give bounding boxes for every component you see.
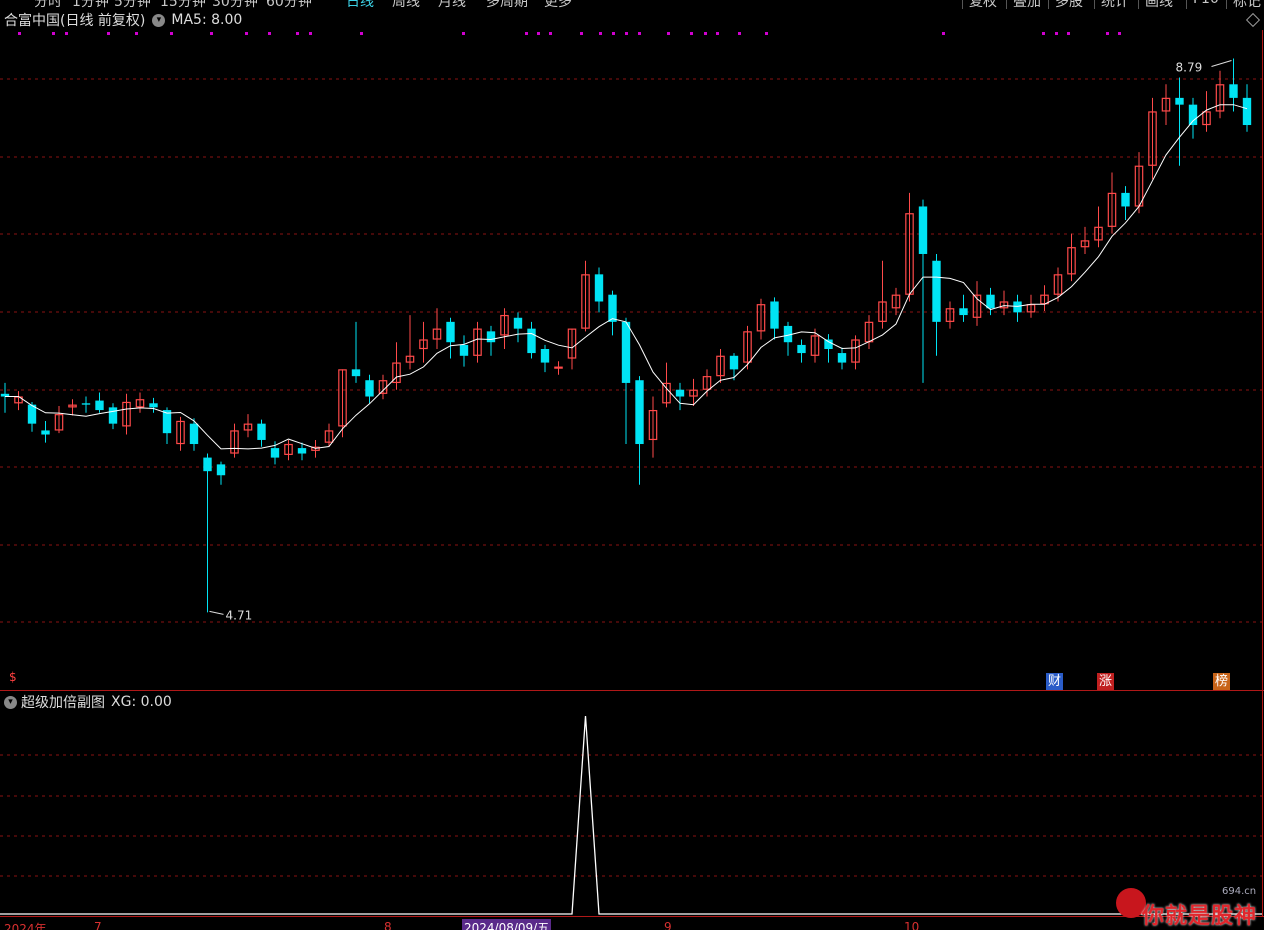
date-tick-1: 7 <box>94 920 102 930</box>
signal-dot-5 <box>170 32 173 35</box>
signal-dot-20 <box>638 32 641 35</box>
candle-body-22 <box>297 448 307 454</box>
candle-body-20 <box>270 448 280 458</box>
candle-body-47 <box>635 380 644 445</box>
signal-dot-9 <box>296 32 299 35</box>
candle-body-46 <box>621 321 631 383</box>
min-price-label: 4.71 <box>226 608 253 622</box>
candle-body-27 <box>365 380 374 397</box>
signal-dot-28 <box>1042 32 1045 35</box>
signal-dot-4 <box>135 32 138 35</box>
candle-body-39 <box>527 328 536 354</box>
candle-body-3 <box>41 430 50 435</box>
ranking-badge[interactable]: 榜 <box>1213 673 1230 690</box>
signal-dot-17 <box>599 32 602 35</box>
candle-body-44 <box>594 274 604 302</box>
signal-dot-19 <box>625 32 628 35</box>
candle-body-34 <box>459 344 469 356</box>
candle-body-40 <box>540 349 550 363</box>
candle-body-14 <box>189 423 199 445</box>
signal-dot-32 <box>1118 32 1121 35</box>
candle-body-33 <box>446 321 455 343</box>
signal-dot-26 <box>765 32 768 35</box>
min-marker-arrow <box>209 610 224 615</box>
signal-dot-8 <box>268 32 271 35</box>
date-tick-3: 9 <box>664 920 672 930</box>
candle-body-41 <box>554 366 563 369</box>
candle-body-61 <box>824 339 833 349</box>
watermark-text: 你就是股神 <box>1142 904 1258 929</box>
date-tick-0: 2024年 <box>4 922 47 930</box>
candle-body-15 <box>203 457 212 472</box>
signal-dot-15 <box>549 32 552 35</box>
watermark: 你就是股神 694.cn <box>1112 884 1264 930</box>
candle-body-7 <box>95 400 104 411</box>
date-tick-4: 10 <box>904 920 920 930</box>
signal-dot-6 <box>210 32 213 35</box>
date-tick-2: 8 <box>384 920 392 930</box>
signal-dot-25 <box>738 32 741 35</box>
signal-dot-10 <box>309 32 312 35</box>
signal-dot-0 <box>18 32 21 35</box>
candle-body-73 <box>986 294 995 309</box>
signal-dot-29 <box>1055 32 1058 35</box>
signal-dot-21 <box>667 32 670 35</box>
signal-dot-30 <box>1067 32 1070 35</box>
signal-dot-3 <box>107 32 110 35</box>
max-price-label: 8.79 <box>1176 61 1203 75</box>
signal-dot-23 <box>704 32 707 35</box>
candle-body-38 <box>513 317 523 329</box>
candle-body-16 <box>216 464 226 476</box>
candle-body-45 <box>608 294 617 322</box>
candle-body-71 <box>959 308 968 316</box>
signal-dot-11 <box>360 32 363 35</box>
candle-body-62 <box>837 353 847 363</box>
candle-body-6 <box>81 403 91 405</box>
signal-dot-16 <box>580 32 583 35</box>
candle-body-88 <box>1188 104 1198 126</box>
candle-body-36 <box>486 331 496 343</box>
max-marker-arrow <box>1211 60 1232 67</box>
signal-dot-18 <box>612 32 615 35</box>
signal-dot-13 <box>525 32 528 35</box>
signal-dot-14 <box>537 32 540 35</box>
candle-body-75 <box>1013 301 1022 313</box>
date-cursor-label: 2024/08/09/五 <box>462 919 552 930</box>
signal-dot-22 <box>690 32 693 35</box>
signal-dot-7 <box>245 32 248 35</box>
signal-dot-27 <box>942 32 945 35</box>
candle-body-68 <box>918 206 928 254</box>
signal-dot-31 <box>1106 32 1109 35</box>
candle-body-19 <box>257 423 266 440</box>
candle-body-69 <box>932 260 941 322</box>
candle-body-83 <box>1121 192 1130 207</box>
candle-body-91 <box>1229 84 1238 98</box>
candle-body-87 <box>1175 97 1184 105</box>
xg-signal-line <box>0 715 1262 915</box>
signal-dot-2 <box>65 32 68 35</box>
date-axis: 2024年 7 8 9 10 2024/08/09/五 <box>0 918 1264 930</box>
candle-body-57 <box>770 301 779 329</box>
signal-dot-12 <box>462 32 465 35</box>
candle-body-50 <box>675 389 685 397</box>
candle-body-54 <box>729 355 739 370</box>
candle-body-59 <box>797 344 806 354</box>
watermark-site: 694.cn <box>1222 886 1257 897</box>
signal-dot-24 <box>716 32 719 35</box>
candle-body-11 <box>149 403 158 408</box>
candlestick-chart[interactable]: 8.79 4.71 <box>0 0 1264 930</box>
candle-body-8 <box>108 407 118 424</box>
candle-body-26 <box>351 369 361 377</box>
candle-body-92 <box>1242 97 1252 126</box>
signal-dot-1 <box>52 32 55 35</box>
finance-badge[interactable]: 财 <box>1046 673 1063 690</box>
limit-up-badge[interactable]: 涨 <box>1097 673 1114 690</box>
